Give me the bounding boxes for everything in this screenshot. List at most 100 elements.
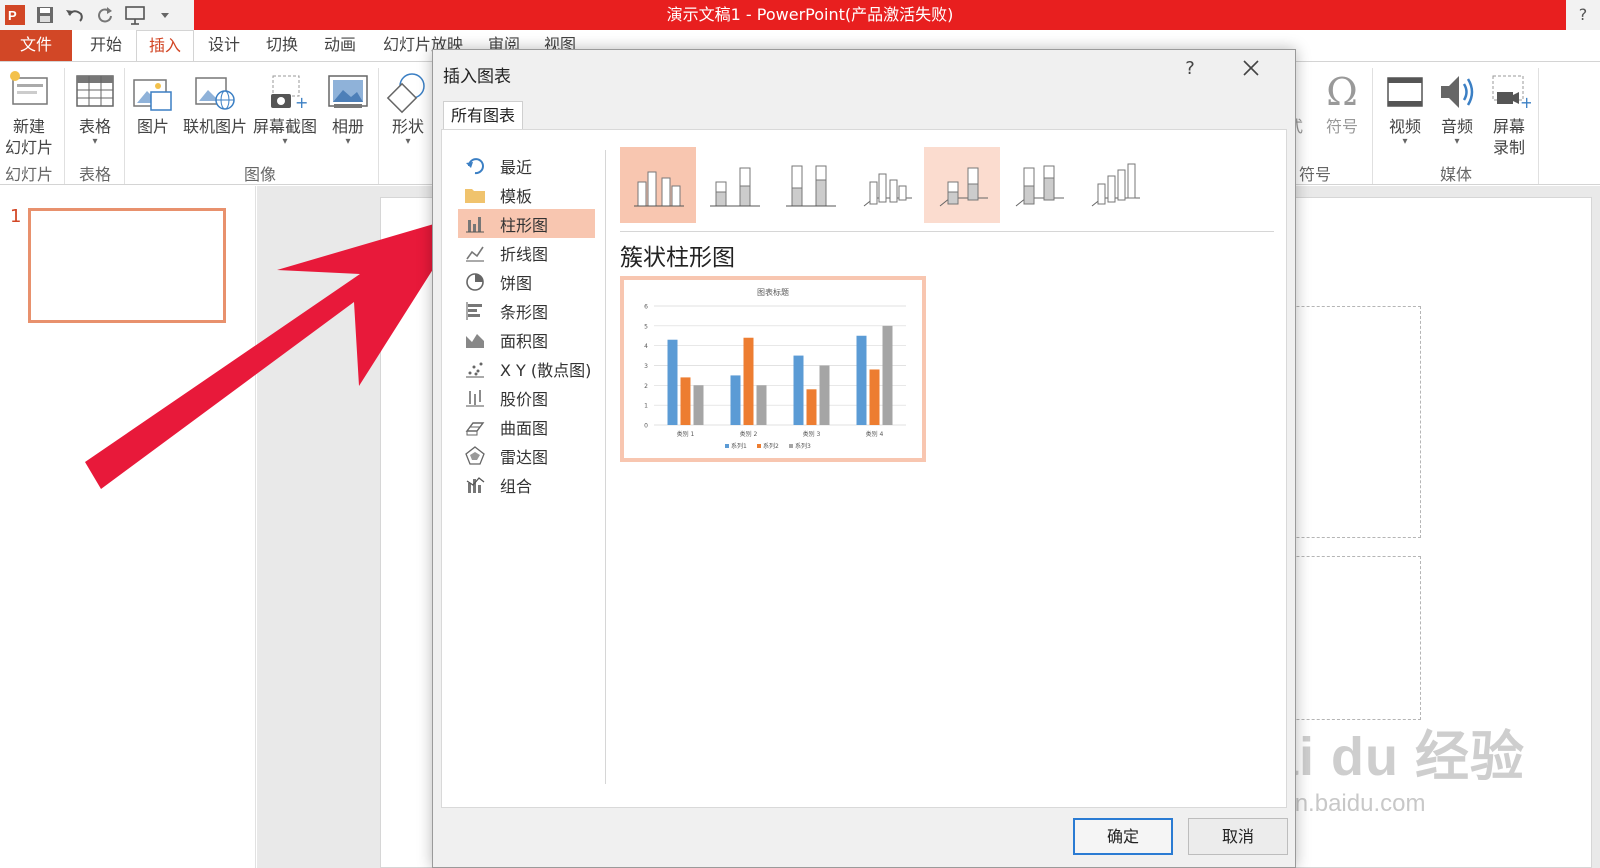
category-surface[interactable]: 曲面图 — [458, 412, 595, 441]
speaker-icon — [1441, 76, 1474, 108]
tab-file[interactable]: 文件 — [0, 30, 72, 62]
category-label: 模板 — [500, 186, 533, 206]
combo-chart-icon — [464, 474, 486, 496]
slide-thumbnail[interactable] — [28, 208, 226, 323]
shapes-label: 形状 — [391, 117, 424, 136]
online-picture-button[interactable]: 联机图片 — [180, 70, 250, 137]
tab-animations[interactable]: 动画 — [318, 30, 362, 62]
screen-record-button[interactable]: + 屏幕 录制 — [1484, 70, 1534, 158]
photo-album-icon — [328, 75, 368, 108]
category-label: 曲面图 — [500, 418, 549, 438]
surface-chart-icon — [464, 416, 486, 438]
new-slide-label-2: 幻灯片 — [4, 138, 53, 157]
dialog-close-button[interactable] — [1239, 56, 1263, 84]
category-pie[interactable]: 饼图 — [458, 267, 595, 296]
online-picture-icon — [195, 77, 235, 110]
screen-record-label-1: 屏幕 — [1492, 117, 1525, 136]
video-label: 视频 — [1388, 117, 1421, 136]
category-label: 股价图 — [500, 389, 549, 409]
tab-all-charts[interactable]: 所有图表 — [443, 101, 523, 130]
customize-qat-icon[interactable] — [150, 0, 180, 30]
bar — [882, 325, 893, 425]
shapes-dropdown-icon: ▾ — [405, 136, 411, 147]
present-icon[interactable] — [120, 0, 150, 30]
album-button[interactable]: 相册 ▾ — [322, 70, 374, 147]
cancel-button[interactable]: 取消 — [1188, 818, 1288, 855]
category-area[interactable]: 面积图 — [458, 325, 595, 354]
svg-text:+: + — [295, 93, 307, 112]
subtype-3d-clustered-column[interactable] — [848, 147, 924, 223]
folder-icon — [464, 184, 486, 206]
shapes-button[interactable]: 形状 ▾ — [384, 70, 432, 147]
redo-icon[interactable] — [90, 0, 120, 30]
bar — [793, 355, 804, 425]
x-tick-label: 类别 2 — [740, 430, 758, 438]
subtype-clustered-column[interactable] — [620, 147, 696, 223]
category-bar[interactable]: 条形图 — [458, 296, 595, 325]
undo-icon[interactable] — [60, 0, 90, 30]
stock-chart-icon — [464, 387, 486, 409]
subtype-3d-100-stacked-column[interactable] — [1000, 147, 1076, 223]
clustered-column-icon — [634, 171, 684, 207]
subtype-3d-stacked-column[interactable] — [924, 147, 1000, 223]
subtype-stacked-column[interactable] — [696, 147, 772, 223]
category-label: 面积图 — [500, 331, 549, 351]
new-slide-button[interactable]: 新建 幻灯片 — [0, 70, 58, 158]
category-radar[interactable]: 雷达图 — [458, 441, 595, 470]
screenshot-label: 屏幕截图 — [252, 117, 317, 136]
chart-preview[interactable]: 图表标题 0 1 2 3 4 5 6 类别 1 类别 2 类别 3 类别 4 系列1 系列2 系列3 — [620, 276, 926, 462]
group-separator — [1538, 68, 1539, 184]
category-recent[interactable]: 最近 — [458, 151, 595, 180]
3d-percent-stacked-column-icon — [1015, 165, 1064, 207]
table-button[interactable]: 表格 ▾ — [70, 70, 120, 147]
subtype-100-stacked-column[interactable] — [772, 147, 848, 223]
chart-bars — [667, 325, 893, 425]
line-chart-icon — [464, 242, 486, 264]
category-label: 饼图 — [500, 273, 533, 293]
category-label: 折线图 — [500, 244, 549, 264]
video-button[interactable]: 视频 ▾ — [1380, 70, 1430, 147]
x-tick-label: 类别 4 — [866, 430, 884, 438]
chart-gridlines — [654, 305, 906, 426]
save-icon[interactable] — [30, 0, 60, 30]
category-stock[interactable]: 股价图 — [458, 383, 595, 412]
tab-home[interactable]: 开始 — [84, 30, 128, 62]
audio-dropdown-icon: ▾ — [1454, 136, 1460, 147]
tab-transitions[interactable]: 切换 — [260, 30, 304, 62]
ok-button[interactable]: 确定 — [1073, 818, 1173, 855]
recent-icon — [464, 155, 486, 177]
slide-number: 1 — [10, 206, 22, 227]
category-label: 组合 — [500, 476, 533, 496]
pie-chart-icon — [464, 271, 486, 293]
quick-access-toolbar: P — [0, 0, 194, 30]
chart-type-title: 簇状柱形图 — [620, 245, 735, 271]
3d-column-icon — [1091, 163, 1140, 207]
chart-subtype-row — [620, 147, 1260, 227]
group-tables-label: 表格 — [78, 165, 111, 184]
bar — [730, 375, 741, 425]
symbol-button[interactable]: Ω 符号 — [1318, 70, 1366, 137]
insert-chart-dialog: 插入图表 ? 所有图表 最近 模板 柱形图 折线图 饼图 条形图 面积图 X Y… — [432, 49, 1296, 868]
powerpoint-logo-icon: P — [0, 0, 30, 30]
subtype-3d-column[interactable] — [1076, 147, 1152, 223]
category-line[interactable]: 折线图 — [458, 238, 595, 267]
column-chart-icon — [464, 213, 486, 235]
picture-button[interactable]: 图片 — [130, 70, 176, 137]
dialog-help-button[interactable]: ? — [1179, 58, 1201, 79]
picture-label: 图片 — [136, 117, 169, 136]
group-symbols-label: 符号 — [1298, 165, 1331, 184]
category-scatter[interactable]: X Y (散点图) — [458, 354, 595, 383]
video-dropdown-icon: ▾ — [1402, 136, 1408, 147]
tab-design[interactable]: 设计 — [202, 30, 246, 62]
tab-insert[interactable]: 插入 — [136, 30, 194, 62]
audio-button[interactable]: 音频 ▾ — [1432, 70, 1482, 147]
percent-stacked-column-icon — [786, 165, 836, 207]
help-icon[interactable]: ? — [1566, 0, 1600, 30]
category-column[interactable]: 柱形图 — [458, 209, 595, 238]
svg-text:P: P — [8, 8, 17, 23]
category-templates[interactable]: 模板 — [458, 180, 595, 209]
bar — [869, 369, 880, 425]
screenshot-button[interactable]: + 屏幕截图 ▾ — [250, 70, 320, 147]
bar-chart-icon — [464, 300, 486, 322]
category-combo[interactable]: 组合 — [458, 470, 595, 499]
